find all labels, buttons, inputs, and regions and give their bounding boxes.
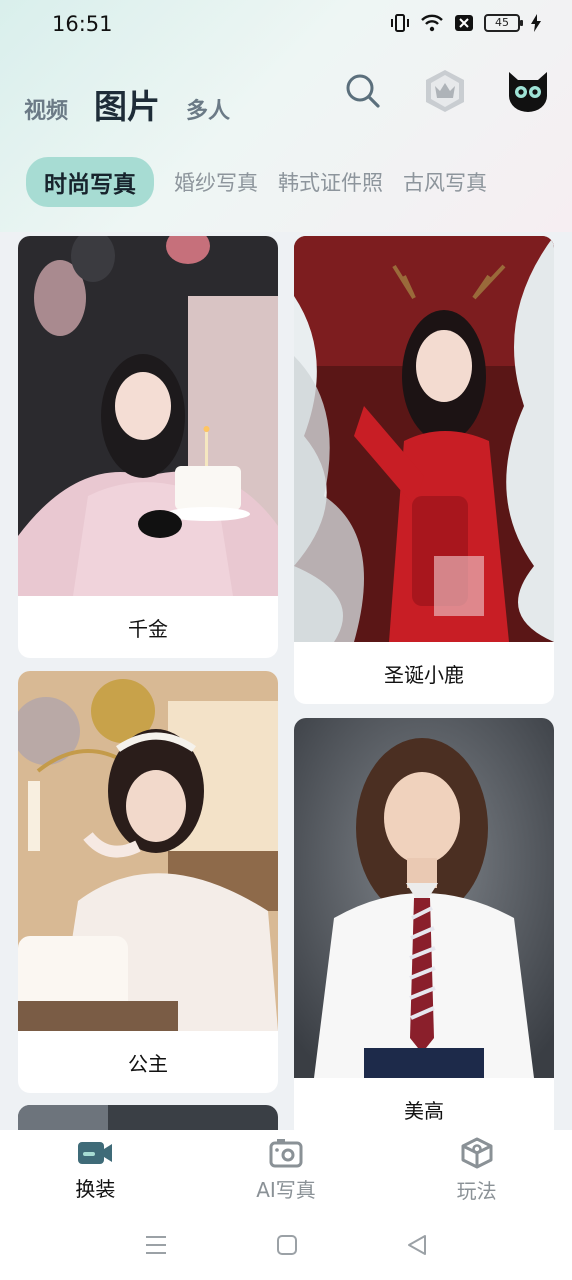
template-card[interactable]: 美高 xyxy=(294,718,554,1130)
tab-ai-portrait[interactable]: AI写真 xyxy=(216,1138,356,1203)
category-ancient-style[interactable]: 古风写真 xyxy=(403,159,487,205)
category-wedding[interactable]: 婚纱写真 xyxy=(174,159,258,205)
video-camera-icon xyxy=(78,1141,113,1164)
card-title: 公主 xyxy=(128,1052,168,1076)
category-tabs: 时尚写真 婚纱写真 韩式证件照 古风写真 xyxy=(26,157,487,207)
card-photo xyxy=(18,236,278,596)
template-card[interactable]: 公主 xyxy=(18,671,278,1093)
tab-gameplay[interactable]: 玩法 xyxy=(407,1137,547,1204)
tab-label: 玩法 xyxy=(456,1178,497,1203)
system-nav-bar xyxy=(0,1210,572,1280)
bottom-tab-bar: 换装 AI写真 玩法 xyxy=(0,1130,572,1210)
menu-icon[interactable] xyxy=(145,1235,167,1255)
tab-label: 换装 xyxy=(75,1176,116,1201)
home-icon[interactable] xyxy=(277,1235,297,1255)
card-photo xyxy=(18,671,278,1031)
photo-feed: 千金 圣诞小鹿 公主 美高 xyxy=(0,232,572,1130)
card-photo xyxy=(294,236,554,642)
tab-label: AI写真 xyxy=(256,1177,316,1202)
card-title: 美高 xyxy=(404,1099,444,1123)
charging-icon xyxy=(531,14,541,32)
search-icon[interactable] xyxy=(344,72,382,110)
card-photo xyxy=(294,718,554,1078)
card-title: 圣诞小鹿 xyxy=(384,663,464,687)
nav-multi-person[interactable]: 多人 xyxy=(186,93,230,125)
avatar[interactable] xyxy=(506,68,550,112)
battery-indicator: 45 xyxy=(484,14,523,32)
back-icon[interactable] xyxy=(407,1234,427,1256)
vip-crown-icon[interactable] xyxy=(422,68,468,114)
status-bar: 16:51 45 xyxy=(0,0,572,52)
template-card[interactable] xyxy=(18,1105,278,1130)
nav-video[interactable]: 视频 xyxy=(24,93,68,125)
card-title: 千金 xyxy=(128,617,168,641)
vibrate-icon xyxy=(391,14,409,32)
status-icons: 45 xyxy=(390,14,542,32)
notification-x-icon xyxy=(455,15,473,31)
top-nav: 视频 图片 多人 xyxy=(24,80,230,128)
camera-icon xyxy=(269,1138,303,1167)
wifi-icon xyxy=(421,14,443,32)
nav-images[interactable]: 图片 xyxy=(94,80,160,128)
cube-icon xyxy=(461,1137,493,1168)
status-time: 16:51 xyxy=(52,12,113,36)
template-card[interactable]: 千金 xyxy=(18,236,278,658)
card-photo xyxy=(18,1105,278,1130)
category-fashion[interactable]: 时尚写真 xyxy=(26,157,154,207)
category-korean-id-photo[interactable]: 韩式证件照 xyxy=(278,159,383,205)
template-card[interactable]: 圣诞小鹿 xyxy=(294,236,554,704)
tab-dress-up[interactable]: 换装 xyxy=(25,1139,165,1202)
